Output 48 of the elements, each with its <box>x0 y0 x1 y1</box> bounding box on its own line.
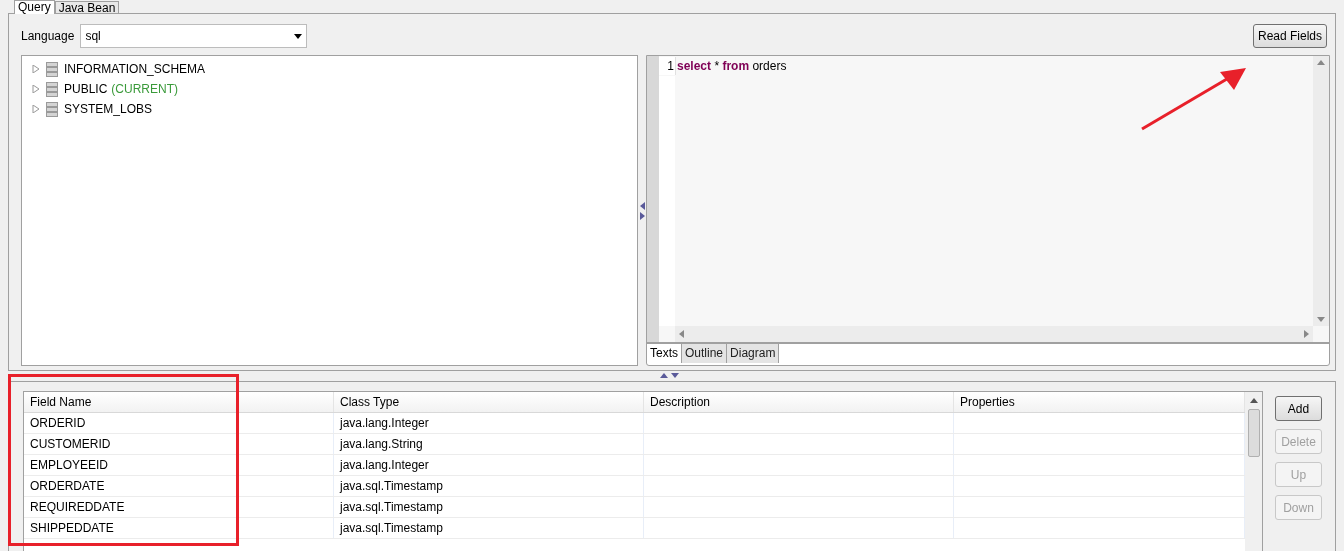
column-header[interactable]: Description <box>644 392 954 412</box>
scroll-up-icon[interactable] <box>1249 398 1258 403</box>
table-cell: EMPLOYEEID <box>24 455 334 475</box>
scroll-right-icon[interactable] <box>1304 330 1309 338</box>
table-cell: java.sql.Timestamp <box>334 518 644 538</box>
horizontal-scrollbar[interactable] <box>675 326 1313 342</box>
language-label: Language <box>21 28 75 45</box>
vertical-scrollbar[interactable] <box>1313 56 1329 326</box>
collapse-up-icon[interactable] <box>660 373 668 378</box>
table-cell: java.sql.Timestamp <box>334 476 644 496</box>
table-cell: ORDERID <box>24 413 334 433</box>
tab[interactable]: Query <box>14 0 55 14</box>
editor-tab[interactable]: Outline <box>682 344 728 363</box>
scroll-left-icon[interactable] <box>679 330 684 338</box>
editor-tab[interactable]: Texts <box>647 344 682 363</box>
editor-tab[interactable]: Diagram <box>727 344 780 363</box>
dropdown-caret-icon <box>294 33 303 39</box>
table-cell: java.lang.Integer <box>334 455 644 475</box>
dropdown-value: sql <box>85 28 101 45</box>
vertical-scrollbar[interactable] <box>1245 392 1262 551</box>
table-cell: java.lang.String <box>334 434 644 454</box>
table-cell: CUSTOMERID <box>24 434 334 454</box>
table-cell: SHIPPEDDATE <box>24 518 334 538</box>
table-cell: ORDERDATE <box>24 476 334 496</box>
collapse-down-icon[interactable] <box>671 373 679 378</box>
schema-name[interactable]: INFORMATION_SCHEMA <box>64 60 206 78</box>
line-number: 1 <box>659 57 675 75</box>
current-label: (CURRENT) <box>111 81 178 98</box>
expand-toggle-icon[interactable] <box>32 65 40 73</box>
table-cell: java.sql.Timestamp <box>334 497 644 517</box>
language-dropdown[interactable]: sql <box>80 24 308 48</box>
database-icon <box>46 81 58 97</box>
database-icon <box>46 101 58 117</box>
schema-name[interactable]: PUBLIC <box>64 80 108 98</box>
scroll-up-icon[interactable] <box>1317 60 1325 65</box>
action-button[interactable]: Add <box>1275 396 1322 421</box>
database-icon <box>46 61 58 77</box>
scroll-down-icon[interactable] <box>1317 317 1325 322</box>
schema-name[interactable]: SYSTEM_LOBS <box>64 100 153 118</box>
scroll-thumb[interactable] <box>1247 409 1260 457</box>
expand-toggle-icon[interactable] <box>32 85 40 93</box>
table-cell: REQUIREDDATE <box>24 497 334 517</box>
expand-toggle-icon[interactable] <box>32 105 40 113</box>
read-fields-button[interactable]: Read Fields <box>1252 24 1327 48</box>
column-header[interactable]: Field Name <box>24 392 334 412</box>
column-header[interactable]: Class Type <box>334 392 644 412</box>
code-line: select * from orders <box>675 57 787 75</box>
table-cell: java.lang.Integer <box>334 413 644 433</box>
